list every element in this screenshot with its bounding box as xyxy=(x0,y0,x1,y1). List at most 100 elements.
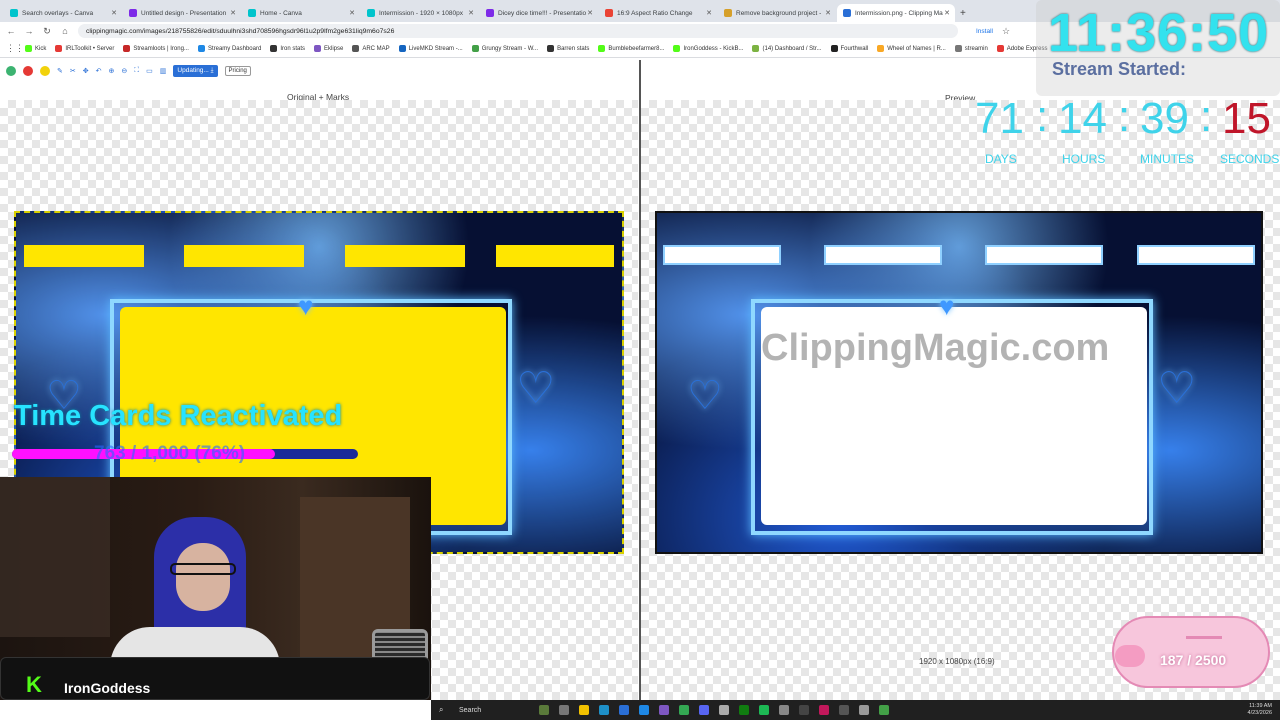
apps-icon[interactable]: ⋮⋮ xyxy=(6,43,24,54)
bookmark-label: Streamloots | Irong... xyxy=(133,45,189,52)
discord-icon[interactable] xyxy=(699,705,709,715)
keep-marker-icon[interactable] xyxy=(6,66,16,76)
bookmark-favicon-icon xyxy=(547,45,555,52)
tab-label: Intermission - 1920 × 1080px xyxy=(379,9,464,17)
close-icon[interactable]: ✕ xyxy=(825,9,831,17)
app-icon[interactable] xyxy=(659,705,669,715)
settings-icon[interactable] xyxy=(779,705,789,715)
bookmark-item[interactable]: streamin xyxy=(954,45,988,52)
app-icon[interactable] xyxy=(859,705,869,715)
bookmark-item[interactable]: Streamy Dashboard xyxy=(197,45,262,52)
bookmark-item[interactable]: Wheel of Names | R... xyxy=(877,45,946,52)
bookmark-item[interactable]: ARC MAP xyxy=(352,45,390,52)
close-icon[interactable]: ✕ xyxy=(587,9,593,17)
heart-icon: ♡ xyxy=(687,374,723,418)
app-icon[interactable] xyxy=(799,705,809,715)
chrome-icon[interactable] xyxy=(679,705,689,715)
url-bar[interactable]: clippingmagic.com/images/218755826/edit/… xyxy=(78,24,958,38)
scalpel-icon[interactable]: ✂ xyxy=(70,67,76,75)
countdown-minutes-label: MINUTES xyxy=(1140,152,1194,166)
countdown-hours-label: HOURS xyxy=(1062,152,1106,166)
heart-icon: ♡ xyxy=(1157,364,1197,413)
app-icon[interactable] xyxy=(839,705,849,715)
app-icon[interactable] xyxy=(879,705,889,715)
close-icon[interactable]: ✕ xyxy=(468,9,474,17)
bookmark-item[interactable]: Kick xyxy=(25,45,46,52)
eraser-icon[interactable]: ✎ xyxy=(57,67,63,75)
remove-marker-icon[interactable] xyxy=(23,66,33,76)
bookmark-item[interactable]: LiveMKD Stream -... xyxy=(398,45,463,52)
card-slot xyxy=(985,245,1103,265)
fit-icon[interactable]: ⛶ xyxy=(134,67,139,75)
bookmark-favicon-icon xyxy=(197,45,205,52)
new-tab-icon[interactable]: + xyxy=(960,8,966,19)
bookmark-item[interactable]: Bumblebeefarmer8... xyxy=(598,45,664,52)
search-icon[interactable]: ⌕ xyxy=(439,705,449,715)
bookmark-item[interactable]: IronGoddess - KickB... xyxy=(673,45,743,52)
close-icon[interactable]: ✕ xyxy=(706,9,712,17)
browser-tab[interactable]: Search overlays - Canva ✕ xyxy=(4,4,122,22)
close-icon[interactable]: ✕ xyxy=(944,9,950,17)
browser-tab[interactable]: Untitled design - Presentation ✕ xyxy=(123,4,241,22)
time-cards-title: Time Cards Reactivated xyxy=(14,400,343,432)
store-icon[interactable] xyxy=(619,705,629,715)
view-split-icon[interactable]: ▥ xyxy=(160,67,167,75)
hair-marker-icon[interactable] xyxy=(40,66,50,76)
close-icon[interactable]: ✕ xyxy=(349,9,355,17)
reload-icon[interactable]: ↻ xyxy=(42,26,52,37)
zoom-in-icon[interactable]: ⊕ xyxy=(109,67,115,75)
forward-icon[interactable]: → xyxy=(24,26,34,36)
file-explorer-icon[interactable] xyxy=(579,705,589,715)
browser-tab[interactable]: Intermission - 1920 × 1080px ✕ xyxy=(361,4,479,22)
tab-favicon-icon xyxy=(843,9,851,17)
undo-icon[interactable]: ↶ xyxy=(96,67,102,75)
bookmark-label: Streamy Dashboard xyxy=(207,45,262,52)
time-cards-progress-text: 763 / 1,000 (76%) xyxy=(94,443,246,464)
tab-label: 16:9 Aspect Ratio Change xyxy=(617,9,693,17)
keep-mark xyxy=(24,245,144,267)
browser-tab[interactable]: Home - Canva ✕ xyxy=(242,4,360,22)
close-icon[interactable]: ✕ xyxy=(111,9,117,17)
task-view-icon[interactable] xyxy=(559,705,569,715)
browser-tab[interactable]: Dicey dice time!!! - Presentatio ✕ xyxy=(480,4,598,22)
browser-tab[interactable]: 16:9 Aspect Ratio Change ✕ xyxy=(599,4,717,22)
install-button[interactable]: Install xyxy=(976,28,993,35)
updating-button[interactable]: Updating... ⤓ xyxy=(173,65,218,77)
taskbar-clock[interactable]: 11:39 AM 4/23/2026 xyxy=(1248,703,1272,717)
pan-icon[interactable]: ✥ xyxy=(83,67,89,75)
clock: 11:36:50 xyxy=(1048,3,1270,63)
bookmark-item[interactable]: Grungy Stream - W... xyxy=(471,45,538,52)
close-icon[interactable]: ✕ xyxy=(230,9,236,17)
bookmark-item[interactable]: Eklipse xyxy=(314,45,343,52)
heart-icon: ♥ xyxy=(939,291,955,321)
view-single-icon[interactable]: ▭ xyxy=(146,67,153,75)
app-icon[interactable] xyxy=(719,705,729,715)
star-icon[interactable]: ☆ xyxy=(1001,26,1011,37)
browser-tab[interactable]: Remove background project - ✕ xyxy=(718,4,836,22)
taskbar-search[interactable]: Search xyxy=(459,707,529,714)
edge-icon[interactable] xyxy=(599,705,609,715)
xbox-icon[interactable] xyxy=(739,705,749,715)
bookmark-item[interactable]: Iron stats xyxy=(270,45,305,52)
tab-favicon-icon xyxy=(724,9,732,17)
preview-image[interactable]: ♥ ♡ ♡ ClippingMagic.com xyxy=(655,211,1263,554)
back-icon[interactable]: ← xyxy=(6,26,16,36)
zoom-out-icon[interactable]: ⊖ xyxy=(121,67,127,75)
spotify-icon[interactable] xyxy=(759,705,769,715)
mail-icon[interactable] xyxy=(639,705,649,715)
bookmark-favicon-icon xyxy=(123,45,131,52)
pricing-button[interactable]: Pricing xyxy=(224,66,251,76)
widgets-icon[interactable] xyxy=(539,705,549,715)
bookmark-item[interactable]: (14) Dashboard / Str... xyxy=(752,45,822,52)
bookmark-item[interactable]: IRLToolkit • Server xyxy=(55,45,114,52)
windows-taskbar: ⌕ Search 11:39 AM 4/23/2026 xyxy=(431,700,1280,720)
browser-tab-active[interactable]: Intermission.png - Clipping Ma ✕ xyxy=(837,4,955,22)
bookmark-favicon-icon xyxy=(314,45,321,52)
bookmark-item[interactable]: Barren stats xyxy=(547,45,589,52)
app-icon[interactable] xyxy=(819,705,829,715)
bookmark-item[interactable]: Fourthwall xyxy=(830,45,868,52)
bookmark-favicon-icon xyxy=(673,45,681,52)
bookmark-item[interactable]: Streamloots | Irong... xyxy=(123,45,189,52)
home-icon[interactable]: ⌂ xyxy=(60,26,70,36)
tab-favicon-icon xyxy=(248,9,256,17)
